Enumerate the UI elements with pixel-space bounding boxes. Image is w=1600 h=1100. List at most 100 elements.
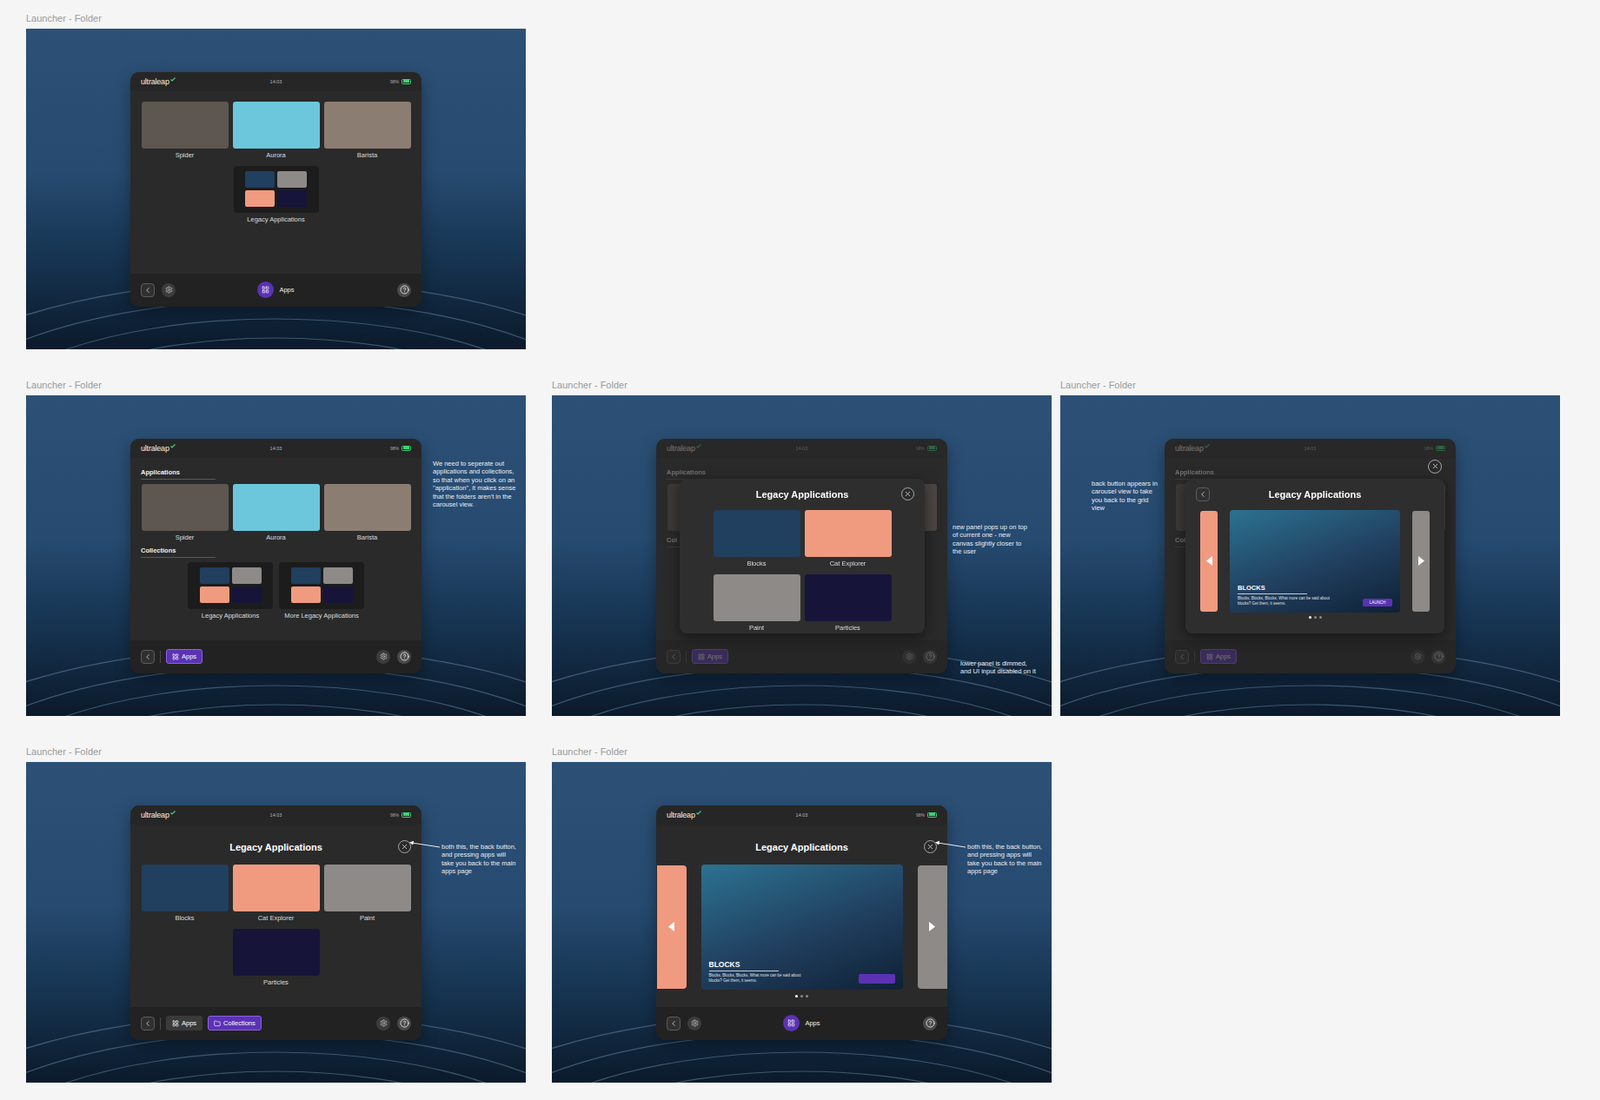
help-button[interactable] xyxy=(397,650,412,664)
close-button[interactable] xyxy=(398,840,412,854)
back-button[interactable] xyxy=(1175,650,1189,664)
battery: 98% xyxy=(390,445,412,452)
nav-tab[interactable]: Apps xyxy=(165,1015,203,1031)
app-tile[interactable]: Blocks xyxy=(713,510,801,568)
carousel[interactable]: BLOCKSBlocks, Blocks, Blocks. What more … xyxy=(656,864,948,990)
battery-percent: 98% xyxy=(390,812,399,818)
back-button[interactable] xyxy=(666,650,681,664)
settings-button[interactable] xyxy=(376,1016,391,1031)
annotation: We need to seperate out applications and… xyxy=(432,459,517,509)
tile-label: Barista xyxy=(357,151,378,160)
app-tile[interactable]: Spider xyxy=(141,484,229,542)
nav-tab[interactable]: Apps xyxy=(1200,649,1237,664)
logo-mark-icon xyxy=(170,444,176,449)
gear-icon xyxy=(165,285,173,294)
back-button[interactable] xyxy=(140,1016,155,1031)
launcher-panel: ultraleap14:0398%Legacy ApplicationsBLOC… xyxy=(656,805,948,1041)
tile-label: Blocks xyxy=(174,914,194,923)
close-button[interactable] xyxy=(1427,459,1442,474)
status-bar: ultraleap14:0398% xyxy=(656,438,948,459)
launch-button[interactable]: LAUNCH xyxy=(1362,598,1393,607)
help-button[interactable] xyxy=(1431,650,1446,664)
page-dot[interactable] xyxy=(795,995,798,998)
arrow-icon xyxy=(934,838,968,853)
annotation: both this, the back button, and pressing… xyxy=(967,843,1044,877)
nav-tab[interactable]: Apps xyxy=(165,649,203,664)
page-dot[interactable] xyxy=(805,995,809,998)
app-thumbnail xyxy=(141,864,229,912)
help-button[interactable] xyxy=(397,1016,412,1031)
nav-tab[interactable]: Apps xyxy=(257,281,294,299)
help-button[interactable] xyxy=(922,650,937,664)
back-button[interactable] xyxy=(140,650,155,664)
back-button[interactable] xyxy=(666,1016,681,1031)
carousel[interactable]: BLOCKSBlocks, Blocks, Blocks. What more … xyxy=(1195,510,1435,613)
app-tile[interactable]: Particles xyxy=(232,929,320,987)
card-info: BLOCKSBlocks, Blocks, Blocks. What more … xyxy=(1237,584,1334,607)
back-button[interactable] xyxy=(1195,487,1210,502)
app-thumbnail xyxy=(713,574,801,622)
back-button[interactable] xyxy=(140,283,155,298)
next-card[interactable] xyxy=(1412,511,1430,612)
collection-title: Legacy Applications xyxy=(707,489,897,500)
settings-button[interactable] xyxy=(161,283,176,298)
settings-button[interactable] xyxy=(902,650,917,664)
app-tile[interactable]: Barista xyxy=(324,101,412,160)
app-tile[interactable]: Blocks xyxy=(141,864,229,923)
help-button[interactable] xyxy=(397,283,412,298)
folder-thumbnail xyxy=(233,165,319,213)
previous-card[interactable] xyxy=(657,865,687,990)
battery-percent: 98% xyxy=(390,445,399,452)
app-tile[interactable]: Cat Explorer xyxy=(804,510,892,568)
divider xyxy=(159,1017,161,1030)
collection-tile[interactable]: Legacy Applications xyxy=(232,165,320,224)
page-dot[interactable] xyxy=(800,995,804,998)
close-button[interactable] xyxy=(923,840,937,854)
battery-percent: 98% xyxy=(1424,445,1434,452)
previous-card[interactable] xyxy=(1200,511,1218,612)
logo-mark-icon xyxy=(696,810,702,816)
close-button[interactable] xyxy=(901,487,915,501)
app-thumbnail xyxy=(232,101,320,149)
battery: 98% xyxy=(390,812,412,818)
status-bar: ultraleap14:0398% xyxy=(130,72,422,92)
logo: ultraleap xyxy=(140,810,271,820)
app-thumbnail xyxy=(804,510,892,558)
settings-button[interactable] xyxy=(376,650,391,664)
collection-tile[interactable]: More Legacy Applications xyxy=(278,562,366,620)
app-tile[interactable]: Paint xyxy=(324,864,412,923)
logo: ultraleap xyxy=(1175,444,1305,453)
scene: ultraleap14:0398%ApplicationsColAppsLega… xyxy=(1060,395,1561,717)
logo: ultraleap xyxy=(666,444,797,453)
app-tile[interactable]: Cat Explorer xyxy=(232,864,320,923)
battery-icon xyxy=(1435,445,1446,452)
settings-button[interactable] xyxy=(687,1016,702,1031)
help-button[interactable] xyxy=(922,1016,937,1031)
page-dot[interactable] xyxy=(1319,616,1322,619)
section: ApplicationsSpiderAuroraBarista xyxy=(140,468,412,542)
card-title: BLOCKS xyxy=(1237,584,1308,595)
app-card[interactable]: BLOCKSBlocks, Blocks, Blocks. What more … xyxy=(1229,510,1401,613)
app-tile[interactable]: Paint xyxy=(713,574,801,632)
app-tile[interactable]: Particles xyxy=(804,574,892,632)
nav-tab[interactable]: Collections xyxy=(207,1015,262,1031)
title-row: Legacy Applications xyxy=(690,482,915,507)
collection-tile[interactable]: Legacy Applications xyxy=(186,562,274,620)
next-arrow-icon xyxy=(929,922,936,932)
app-tile[interactable]: Barista xyxy=(324,484,412,542)
logo-mark-icon xyxy=(696,444,702,449)
nav-tab[interactable]: Apps xyxy=(783,1015,820,1032)
close-icon xyxy=(1431,462,1440,471)
page-dot[interactable] xyxy=(1314,616,1317,619)
app-card[interactable]: BLOCKSBlocks, Blocks, Blocks. What more … xyxy=(701,864,903,990)
launch-button[interactable] xyxy=(858,974,896,984)
app-tile[interactable]: Aurora xyxy=(232,484,320,542)
close-icon xyxy=(903,490,912,498)
app-tile[interactable]: Spider xyxy=(141,101,229,160)
page-dot[interactable] xyxy=(1308,616,1312,619)
scene: ultraleap14:0398%ApplicationsColAppsLega… xyxy=(551,395,1052,717)
nav-tab[interactable]: Apps xyxy=(691,649,729,664)
settings-button[interactable] xyxy=(1410,650,1425,664)
next-card[interactable] xyxy=(917,865,948,990)
app-tile[interactable]: Aurora xyxy=(232,101,320,160)
